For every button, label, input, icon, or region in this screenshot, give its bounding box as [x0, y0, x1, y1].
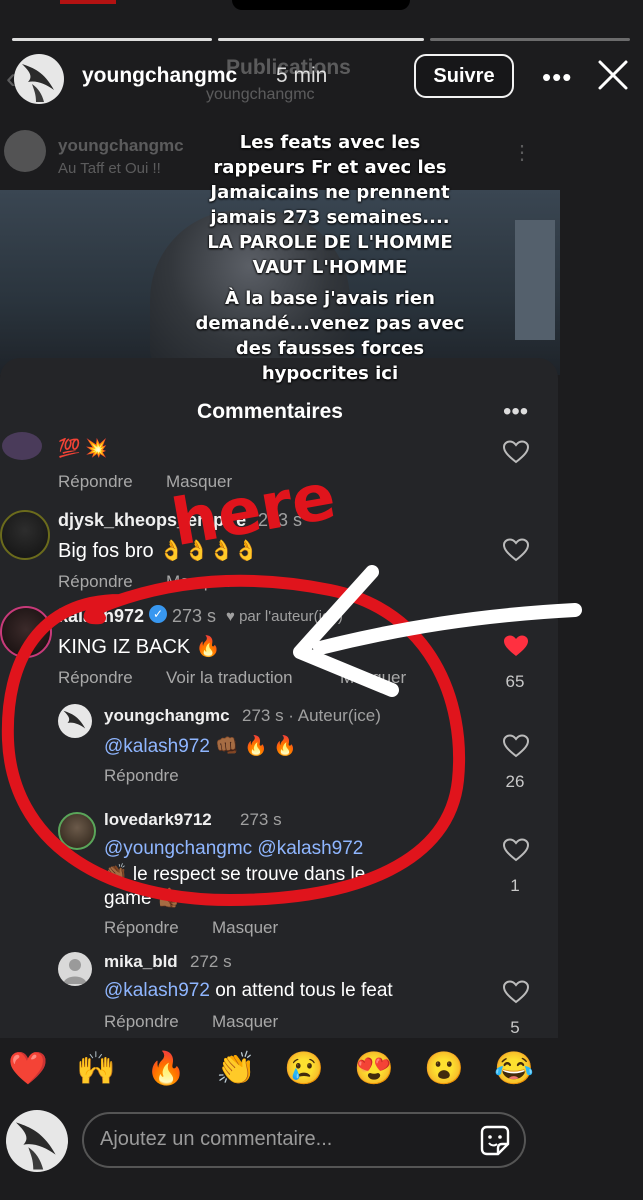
comment-body: on attend tous le feat: [209, 980, 393, 1001]
story-progress-segment: [12, 38, 212, 41]
status-indicator: [60, 0, 116, 4]
comment-input-placeholder: Ajoutez un commentaire...: [100, 1128, 333, 1150]
comment-mention[interactable]: @youngchangmc @kalash972: [104, 838, 363, 860]
caption-line: VAUT L'HOMME: [252, 257, 408, 278]
comment-username[interactable]: mika_bld: [104, 952, 178, 972]
device-notch: [232, 0, 410, 10]
like-heart-icon[interactable]: [503, 440, 529, 464]
close-icon[interactable]: [596, 58, 630, 92]
reaction-heart-eyes-button[interactable]: 😍: [354, 1050, 394, 1086]
background-post-caption: Au Taff et Oui !!: [58, 160, 161, 177]
comment-time: 273 s · Auteur(ice): [242, 706, 381, 725]
liked-by-author-label: ♥ par l'auteur(ice): [226, 608, 343, 625]
background-post-avatar: [4, 130, 46, 172]
caption-line: LA PAROLE DE L'HOMME: [207, 232, 453, 253]
see-translation-button[interactable]: Voir la traduction: [166, 668, 293, 688]
like-heart-icon[interactable]: [503, 538, 529, 562]
background-page-subtitle: youngchangmc: [206, 86, 315, 103]
commenter-avatar[interactable]: [0, 510, 50, 560]
caption-line: Jamaicains ne prennent: [210, 182, 450, 203]
liked-heart-icon[interactable]: [503, 634, 529, 658]
comment-time: 272 s: [190, 952, 232, 971]
comment-text: Big fos bro 👌👌👌👌: [58, 540, 259, 562]
comment-username[interactable]: kalash972: [58, 606, 144, 627]
story-avatar[interactable]: [14, 54, 64, 104]
reply-button[interactable]: Répondre: [104, 918, 179, 938]
comment-text: 💯 💥: [58, 438, 108, 458]
comments-sheet: Commentaires ••• 💯 💥 Répondre Masquer dj…: [0, 358, 558, 1038]
reaction-laughing-button[interactable]: 😂: [494, 1050, 534, 1086]
comment-text: @kalash972 👊🏾 🔥 🔥: [104, 734, 297, 758]
comment-time: 273 s: [258, 510, 303, 530]
hide-button[interactable]: Masquer: [212, 918, 278, 938]
caption-line: demandé...venez pas avec: [195, 313, 465, 334]
reply-button[interactable]: Répondre: [58, 668, 133, 688]
like-heart-icon[interactable]: [503, 838, 529, 862]
commenter-avatar[interactable]: [2, 432, 42, 460]
comment-text: KING IZ BACK 🔥: [58, 636, 221, 658]
like-count: 26: [505, 772, 525, 791]
caption-line: rappeurs Fr et avec les: [213, 157, 447, 178]
comments-title: Commentaires: [197, 400, 343, 423]
caption-line: des fausses forces: [235, 338, 425, 359]
comment-mention[interactable]: @kalash972: [104, 980, 210, 1001]
reply-button[interactable]: Répondre: [58, 572, 133, 592]
caption-line: Les feats avec les: [239, 132, 421, 153]
reaction-clap-button[interactable]: 👏: [216, 1050, 256, 1086]
commenter-avatar[interactable]: [0, 606, 52, 658]
story-time: 5 min: [276, 64, 328, 87]
comment-text: @kalash972 on attend tous le feat: [104, 980, 393, 1002]
comment-time: 273 s: [172, 606, 217, 626]
like-heart-icon[interactable]: [503, 980, 529, 1004]
like-count: 5: [510, 1018, 520, 1037]
background-more-icon: ⋮: [512, 142, 532, 164]
reply-button[interactable]: Répondre: [104, 766, 179, 786]
reaction-heart-button[interactable]: ❤️: [8, 1050, 48, 1086]
like-count: 65: [505, 672, 525, 691]
reaction-fire-button[interactable]: 🔥: [146, 1050, 186, 1086]
verified-badge-icon: ✓: [149, 605, 167, 623]
follow-button[interactable]: Suivre: [414, 54, 514, 98]
story-caption: Les feats avec les rappeurs Fr et avec l…: [150, 130, 510, 386]
commenter-avatar[interactable]: [58, 952, 92, 986]
comment-username[interactable]: youngchangmc: [104, 706, 230, 726]
reaction-crying-button[interactable]: 😢: [284, 1050, 324, 1086]
commenter-avatar[interactable]: [58, 704, 92, 738]
comment-text: game 👍🏾: [104, 888, 181, 909]
comment-mention[interactable]: @kalash972: [104, 736, 210, 757]
hide-button[interactable]: Masquer: [340, 668, 406, 688]
reaction-raised-hands-button[interactable]: 🙌: [76, 1050, 116, 1086]
comment-username[interactable]: lovedark9712: [104, 810, 212, 830]
more-options-icon[interactable]: •••: [542, 62, 572, 93]
story-username[interactable]: youngchangmc: [82, 64, 237, 88]
story-progress-segment: [430, 38, 630, 41]
commenter-avatar[interactable]: [58, 812, 96, 850]
comment-body: 👊🏾 🔥 🔥: [209, 736, 297, 757]
like-count: 1: [510, 876, 520, 895]
comments-more-icon[interactable]: •••: [503, 398, 528, 426]
like-heart-icon[interactable]: [503, 734, 529, 758]
hide-button[interactable]: Masquer: [212, 1012, 278, 1032]
reply-button[interactable]: Répondre: [58, 472, 133, 492]
hide-button[interactable]: Masquer: [166, 572, 232, 592]
comment-username[interactable]: djysk_kheops_empire: [58, 510, 246, 531]
reaction-surprised-button[interactable]: 😮: [424, 1050, 464, 1086]
caption-line: jamais 273 semaines....: [210, 207, 450, 228]
comment-time: 273 s: [240, 810, 282, 829]
story-progress-segment: [218, 38, 424, 41]
reply-button[interactable]: Répondre: [104, 1012, 179, 1032]
caption-line: À la base j'avais rien: [225, 288, 435, 309]
sticker-icon[interactable]: [478, 1124, 512, 1158]
story-viewer: Publications youngchangmc ‹ youngchangmc…: [0, 0, 643, 1200]
own-avatar: [6, 1110, 68, 1172]
caption-line: hypocrites ici: [261, 363, 399, 384]
comment-text: 👏🏾 le respect se trouve dans le: [104, 864, 366, 885]
hide-button[interactable]: Masquer: [166, 472, 232, 492]
